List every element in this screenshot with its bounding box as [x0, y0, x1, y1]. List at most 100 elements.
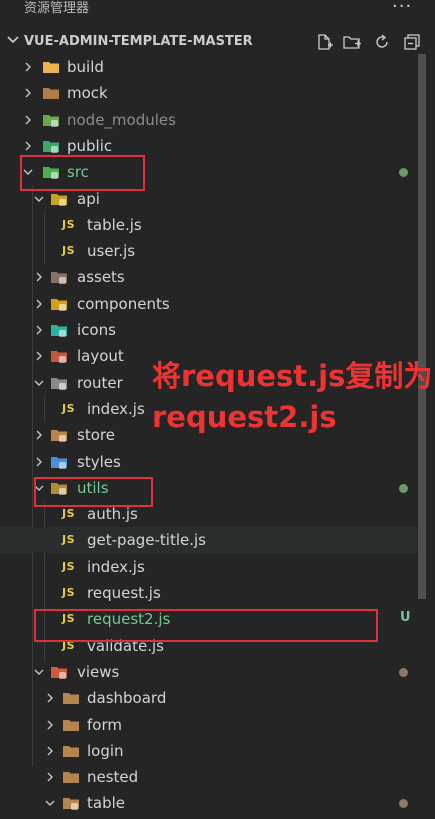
tree-item-label: store [77, 426, 115, 444]
file-item[interactable]: JS user.js [0, 238, 418, 264]
tree-item-label: components [77, 295, 170, 313]
tree-item-label: node_modules [67, 111, 176, 129]
chevron-right-icon[interactable] [44, 692, 56, 704]
annotation-line-1: 将request.js复制为 [152, 359, 433, 393]
folder-item[interactable]: styles [0, 449, 418, 475]
chevron-right-icon[interactable] [44, 771, 56, 783]
chevron-right-icon[interactable] [33, 271, 45, 283]
chevron-down-icon[interactable] [33, 666, 45, 678]
git-untracked-badge: U [400, 610, 411, 625]
chevron-right-icon[interactable] [22, 114, 34, 126]
tree-item-label: login [87, 742, 124, 760]
file-item[interactable]: JS table.js [0, 212, 418, 238]
folder-icon [51, 667, 67, 679]
chevron-right-icon[interactable] [33, 456, 45, 468]
tree-item-label: form [87, 716, 122, 734]
folder-icon [43, 141, 59, 153]
folder-icon [51, 272, 67, 284]
folder-item[interactable]: table [0, 790, 418, 816]
tree-item-label: api [77, 190, 100, 208]
tree-item-label: index.js [87, 400, 145, 418]
new-folder-icon[interactable] [342, 32, 362, 52]
chevron-right-icon[interactable] [33, 324, 45, 336]
folder-icon [51, 457, 67, 469]
tree-item-label: layout [77, 347, 124, 365]
folder-icon [43, 62, 59, 73]
git-status-dot [399, 484, 408, 493]
chevron-right-icon[interactable] [22, 140, 34, 152]
folder-icon [51, 351, 67, 363]
folder-item[interactable]: dashboard [0, 685, 418, 711]
folder-item[interactable]: mock [0, 80, 418, 106]
folder-item[interactable]: assets [0, 264, 418, 290]
chevron-right-icon[interactable] [33, 298, 45, 310]
folder-item[interactable]: nested [0, 764, 418, 790]
explorer-title-bar: 资源管理器 ··· [0, 0, 435, 22]
explorer-title: 资源管理器 [24, 1, 90, 16]
refresh-icon[interactable] [372, 32, 392, 52]
new-file-icon[interactable] [314, 32, 334, 52]
js-file-icon: JS [62, 507, 76, 520]
folder-item[interactable]: build [0, 54, 418, 80]
tree-item-label: request.js [87, 584, 161, 602]
folder-icon [63, 746, 79, 757]
file-item[interactable]: JS get-page-title.js [0, 527, 418, 553]
tree-item-label: mock [67, 84, 108, 102]
tree-item-label: public [67, 137, 113, 155]
chevron-down-icon[interactable] [6, 33, 20, 47]
chevron-down-icon[interactable] [33, 193, 45, 205]
folder-item[interactable]: node_modules [0, 107, 418, 133]
folder-item[interactable]: form [0, 712, 418, 738]
js-file-icon: JS [62, 218, 76, 231]
file-item[interactable]: JS request.js [0, 580, 418, 606]
chevron-right-icon[interactable] [33, 429, 45, 441]
chevron-right-icon[interactable] [22, 61, 34, 73]
folder-item[interactable]: login [0, 738, 418, 764]
chevron-down-icon[interactable] [44, 797, 56, 809]
annotation-text: 将request.js复制为 request2.js [152, 356, 432, 438]
folder-item[interactable]: icons [0, 317, 418, 343]
chevron-right-icon[interactable] [44, 719, 56, 731]
scrollbar[interactable] [418, 54, 426, 599]
chevron-right-icon[interactable] [33, 350, 45, 362]
folder-icon [51, 325, 67, 337]
folder-item[interactable]: components [0, 291, 418, 317]
tree-item-label: get-page-title.js [87, 531, 206, 549]
highlight-box-src [20, 155, 145, 191]
tree-item-label: dashboard [87, 689, 167, 707]
folder-icon [63, 772, 79, 783]
git-status-dot [399, 168, 408, 177]
js-file-icon: JS [62, 402, 76, 415]
tree-item-label: router [77, 374, 123, 392]
folder-icon [51, 299, 67, 311]
chevron-right-icon[interactable] [22, 87, 34, 99]
ellipsis-icon[interactable]: ··· [392, 0, 412, 17]
folder-icon [63, 693, 79, 704]
tree-item-label: assets [77, 268, 125, 286]
folder-icon [43, 88, 59, 99]
folder-icon [51, 430, 67, 442]
js-file-icon: JS [62, 560, 76, 573]
collapse-all-icon[interactable] [402, 32, 422, 52]
git-status-dot [399, 799, 408, 808]
folder-icon [43, 115, 59, 127]
tree-item-label: user.js [87, 242, 136, 260]
project-name: VUE-ADMIN-TEMPLATE-MASTER [24, 34, 253, 49]
tree-item-label: nested [87, 768, 139, 786]
tree-item-label: styles [77, 453, 121, 471]
tree-item-label: table.js [87, 216, 142, 234]
js-file-icon: JS [62, 533, 76, 546]
highlight-box-request2 [34, 609, 378, 642]
tree-item-label: auth.js [87, 505, 138, 523]
chevron-right-icon[interactable] [44, 745, 56, 757]
folder-icon [63, 798, 79, 810]
highlight-box-utils [34, 477, 153, 507]
tree-item-label: icons [77, 321, 116, 339]
folder-icon [51, 378, 67, 390]
tree-item-label: index.js [87, 558, 145, 576]
git-status-dot [399, 668, 408, 677]
project-header[interactable]: VUE-ADMIN-TEMPLATE-MASTER [0, 30, 435, 54]
folder-item[interactable]: views [0, 659, 418, 685]
file-item[interactable]: JS index.js [0, 554, 418, 580]
chevron-down-icon[interactable] [33, 377, 45, 389]
